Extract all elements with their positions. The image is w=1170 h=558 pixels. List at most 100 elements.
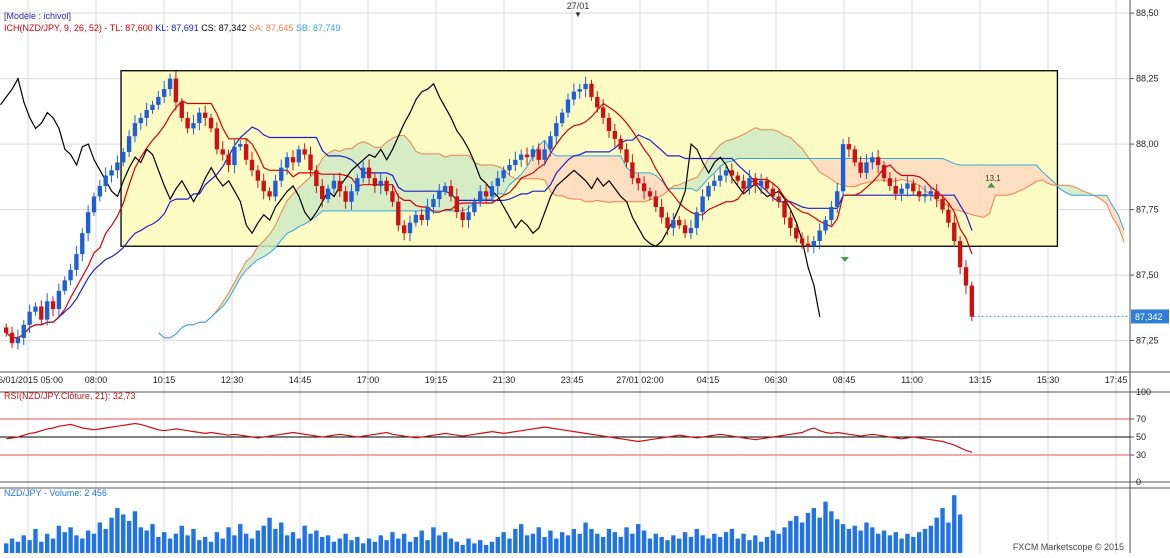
volume-bar xyxy=(56,525,62,553)
volume-bar xyxy=(893,532,898,553)
volume-bar xyxy=(115,508,120,553)
volume-bar xyxy=(782,527,787,553)
volume-bar xyxy=(197,540,202,553)
candle-body xyxy=(56,290,62,310)
candle-body xyxy=(840,144,846,192)
candle-body xyxy=(349,191,354,202)
volume-bar xyxy=(677,538,682,553)
volume-bar xyxy=(109,517,114,553)
time-axis-label: 23:45 xyxy=(561,375,584,385)
cloud-segment xyxy=(907,158,914,183)
volume-bar xyxy=(723,532,729,553)
candle-body xyxy=(618,138,623,150)
volume-bar xyxy=(261,525,266,553)
candle-body xyxy=(519,154,524,160)
volume-bar xyxy=(121,514,126,553)
volume-bar xyxy=(337,538,342,553)
candle-body xyxy=(472,201,477,213)
candle-body xyxy=(565,99,571,113)
candle-body xyxy=(80,233,85,255)
volume-bar xyxy=(50,538,56,553)
candle-body xyxy=(817,230,822,242)
candle-body xyxy=(355,178,360,192)
volume-bar xyxy=(156,536,161,553)
candle-body xyxy=(425,206,430,221)
candle-body xyxy=(460,212,465,221)
volume-bar xyxy=(296,538,302,553)
volume-bar xyxy=(817,517,822,553)
candle-body xyxy=(191,123,196,129)
candle-body xyxy=(360,167,366,179)
candle-body xyxy=(507,165,512,171)
candle-body xyxy=(419,214,424,221)
candle-body xyxy=(325,188,331,200)
volume-bar xyxy=(390,532,395,553)
cloud-segment xyxy=(901,158,908,181)
candle-body xyxy=(121,151,126,163)
volume-bar xyxy=(39,541,44,553)
volume-bar xyxy=(712,533,717,553)
candle-body xyxy=(940,199,945,210)
candle-body xyxy=(600,107,606,118)
volume-bar xyxy=(80,538,85,553)
volume-bar xyxy=(478,540,483,553)
volume-bar xyxy=(589,528,594,553)
candle-body xyxy=(384,180,389,192)
candle-body xyxy=(589,83,594,97)
candle-body xyxy=(308,154,313,171)
volume-bar xyxy=(495,536,500,553)
volume-bar xyxy=(600,536,606,553)
candle-body xyxy=(753,178,758,186)
candle-body xyxy=(706,186,711,197)
volume-bar xyxy=(647,538,653,553)
candle-body xyxy=(952,222,957,242)
volume-bar xyxy=(899,538,904,553)
candle-body xyxy=(27,311,32,325)
candle-body xyxy=(969,285,975,317)
volume-bar xyxy=(536,527,541,553)
cloud-segment xyxy=(328,150,335,211)
candle-body xyxy=(162,89,167,97)
volume-bar xyxy=(162,532,167,553)
candle-body xyxy=(624,149,629,163)
volume-bar xyxy=(513,528,518,553)
volume-bar xyxy=(852,525,857,553)
volume-bar xyxy=(214,532,220,553)
candle-body xyxy=(571,91,577,100)
volume-bar xyxy=(33,528,38,553)
volume-bar xyxy=(682,532,688,553)
candle-body xyxy=(735,175,740,181)
candle-body xyxy=(454,196,460,213)
candle-body xyxy=(431,199,436,207)
box-count-label: 13,1 xyxy=(985,174,1001,183)
volume-bar xyxy=(85,530,91,553)
candle-body xyxy=(536,149,541,160)
candle-body xyxy=(671,220,676,228)
legend-item: SB: 87,749 xyxy=(293,23,340,33)
candle-body xyxy=(261,180,266,192)
candle-body xyxy=(138,117,143,124)
volume-bar xyxy=(243,533,249,553)
candle-body xyxy=(747,178,752,189)
volume-bar xyxy=(758,541,764,553)
volume-bar xyxy=(249,538,255,553)
volume-bar xyxy=(618,536,623,553)
time-axis-label: 17:45 xyxy=(1105,375,1128,385)
volume-bar xyxy=(401,533,407,553)
candle-body xyxy=(9,332,15,344)
candle-body xyxy=(916,191,922,197)
volume-bar xyxy=(448,538,454,553)
volume-bar xyxy=(413,536,419,553)
candle-body xyxy=(864,162,869,173)
volume-bar xyxy=(595,533,600,553)
candle-body xyxy=(115,162,120,171)
volume-bar xyxy=(928,525,934,553)
volume-bar xyxy=(665,540,670,553)
candle-body xyxy=(296,149,302,163)
cloud-segment xyxy=(1024,165,1031,189)
volume-bar xyxy=(875,533,881,553)
volume-bar xyxy=(232,535,237,553)
volume-bar xyxy=(571,528,577,553)
candle-body xyxy=(390,191,395,202)
volume-bar xyxy=(425,540,430,553)
